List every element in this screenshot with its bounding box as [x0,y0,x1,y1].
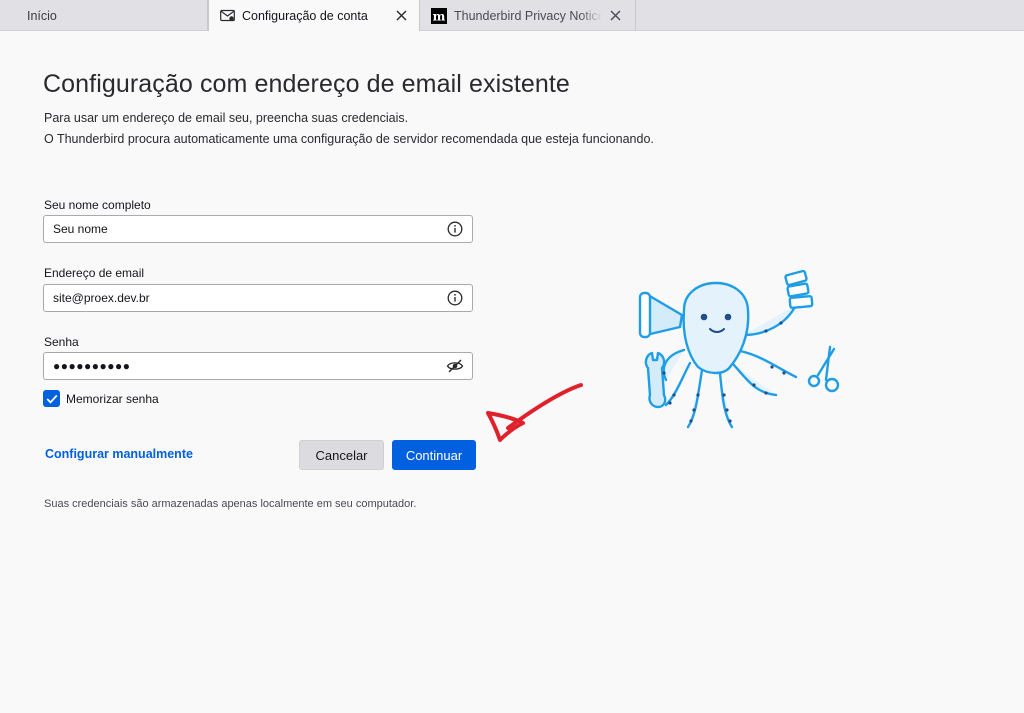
octopus-mascot-illustration [638,269,840,429]
page-description-line1: Para usar um endereço de email seu, pree… [44,111,409,125]
email-value: site@proex.dev.br [53,291,150,305]
configure-manually-link[interactable]: Configurar manualmente [45,447,193,461]
full-name-label: Seu nome completo [44,198,151,212]
close-icon[interactable] [393,7,409,23]
tab-account-setup[interactable]: Configuração de conta [208,0,420,31]
tab-account-setup-label: Configuração de conta [242,8,368,23]
remember-password-label[interactable]: Memorizar senha [66,392,159,406]
checkmark-icon [46,394,57,404]
password-input[interactable]: ●●●●●●●●●● [43,352,473,380]
email-input[interactable]: site@proex.dev.br [43,284,473,312]
password-value: ●●●●●●●●●● [53,359,131,373]
full-name-value: Seu nome [53,222,108,236]
page-title: Configuração com endereço de email exist… [43,70,570,98]
full-name-input[interactable]: Seu nome [43,215,473,243]
tab-privacy-notice-label: Thunderbird Privacy Notice [454,8,602,23]
account-setup-icon [219,8,235,24]
close-icon[interactable] [607,7,623,23]
cancel-button[interactable]: Cancelar [299,440,384,470]
tab-home[interactable]: Início [0,0,208,31]
svg-text:m: m [433,9,446,23]
page-description-line2: O Thunderbird procura automaticamente um… [44,132,654,146]
continue-button[interactable]: Continuar [392,440,476,470]
tab-bar: Início Configuração de conta m Thunderbi… [0,0,1024,31]
info-icon[interactable] [444,218,466,240]
mozilla-m-icon: m [431,7,447,24]
email-label: Endereço de email [44,266,145,280]
password-label: Senha [44,335,79,349]
credentials-footnote: Suas credenciais são armazenadas apenas … [44,498,417,510]
info-icon[interactable] [444,287,466,309]
remember-password-checkbox[interactable] [43,390,60,407]
eye-slash-icon[interactable] [444,355,466,377]
tab-home-label: Início [27,8,57,23]
tab-privacy-notice[interactable]: m Thunderbird Privacy Notice [420,0,636,31]
annotation-arrow [486,383,583,442]
